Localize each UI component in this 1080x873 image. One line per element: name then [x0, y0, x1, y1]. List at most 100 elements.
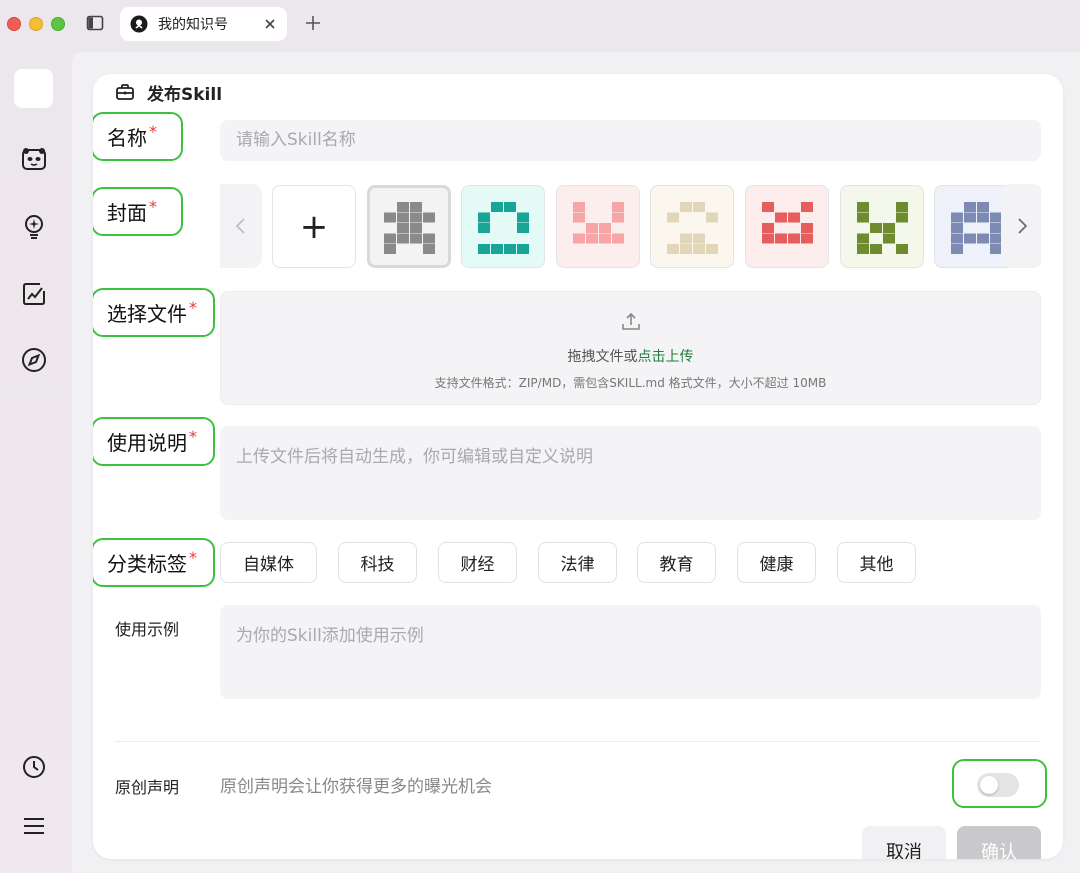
confirm-button[interactable]: 确认 [957, 826, 1041, 859]
menu-icon[interactable] [20, 812, 48, 840]
cancel-button[interactable]: 取消 [862, 826, 946, 859]
file-label: 选择文件 * [93, 288, 215, 337]
new-tab-icon[interactable] [304, 14, 322, 32]
cover-pixel [384, 243, 396, 254]
chevron-right-icon [1018, 218, 1028, 234]
cover-option-olive[interactable] [840, 185, 924, 268]
cover-pixel [706, 212, 718, 222]
history-clock-icon[interactable] [20, 753, 48, 781]
cover-pixel [573, 233, 585, 243]
cover-pixel-art-icon [478, 201, 529, 254]
cover-pixel [667, 212, 679, 222]
file-upload-dropzone[interactable]: 拖拽文件或点击上传 支持文件格式：ZIP/MD，需包含SKILL.md 格式文件… [220, 291, 1041, 405]
cover-pixel [870, 243, 882, 254]
cover-pixel [964, 212, 976, 222]
instructions-textarea[interactable]: 上传文件后将自动生成，你可编辑或自定义说明 [220, 426, 1041, 520]
dialog-header: 发布Skill [115, 78, 222, 106]
original-label: 原创声明 [115, 778, 180, 797]
cover-pixel [801, 233, 813, 243]
cover-option-teal[interactable] [461, 185, 545, 268]
cover-pixel [951, 233, 963, 243]
panda-icon[interactable] [20, 145, 48, 173]
cover-pixel [599, 222, 611, 233]
skill-name-input[interactable]: 请输入Skill名称 [220, 120, 1041, 161]
upload-hint: 支持文件格式：ZIP/MD，需包含SKILL.md 格式文件，大小不超过 10M… [434, 376, 827, 390]
cover-pixel [573, 201, 585, 212]
close-window-button[interactable] [7, 17, 21, 31]
sidebar-toggle-icon[interactable] [86, 14, 104, 32]
cover-pixel [410, 222, 422, 233]
cover-pixel [788, 212, 800, 222]
cover-option-gray[interactable] [367, 185, 451, 268]
browser-tab[interactable]: 我的知识号 [120, 7, 287, 41]
example-textarea[interactable]: 为你的Skill添加使用示例 [220, 605, 1041, 699]
add-cover-button[interactable]: + [272, 185, 356, 268]
app-logo-icon [130, 15, 148, 33]
cover-option-pink[interactable] [556, 185, 640, 268]
cover-pixel [397, 222, 409, 233]
cover-label: 封面 * [93, 187, 183, 236]
cover-pixel [801, 222, 813, 233]
cover-pixel-art-icon [384, 201, 435, 254]
cover-pixel [612, 233, 624, 243]
cover-pixel [951, 243, 963, 254]
dialog-title: 发布Skill [147, 84, 223, 105]
tag-option-other[interactable]: 其他 [837, 542, 916, 583]
required-mark: * [149, 122, 157, 141]
original-toggle-highlight [952, 759, 1047, 808]
cover-pixel [896, 243, 908, 254]
tag-option-health[interactable]: 健康 [737, 542, 816, 583]
cover-pixel [977, 233, 989, 243]
cover-pixel [478, 222, 490, 233]
cover-pixel [612, 212, 624, 222]
cover-pixel [491, 243, 503, 254]
upload-icon [622, 312, 640, 330]
required-mark: * [189, 298, 197, 317]
cover-pixel [706, 243, 718, 254]
cover-carousel: + [220, 184, 1041, 269]
cover-pixel [586, 233, 598, 243]
cover-pixel [896, 212, 908, 222]
cover-option-red[interactable] [745, 185, 829, 268]
cover-option-beige[interactable] [650, 185, 734, 268]
tag-option-education[interactable]: 教育 [637, 542, 716, 583]
original-description: 原创声明会让你获得更多的曝光机会 [220, 777, 492, 797]
click-upload-link[interactable]: 点击上传 [638, 349, 694, 365]
cover-prev-button[interactable] [220, 184, 262, 268]
cover-pixel [883, 222, 895, 233]
tags-label: 分类标签 * [93, 538, 215, 587]
cover-pixel [693, 243, 705, 254]
compass-icon[interactable] [20, 346, 48, 374]
minimize-window-button[interactable] [29, 17, 43, 31]
cover-pixel [397, 233, 409, 243]
cover-pixel [504, 243, 516, 254]
app-logo[interactable] [14, 69, 53, 108]
cover-pixel [870, 222, 882, 233]
tag-option-media[interactable]: 自媒体 [220, 542, 317, 583]
cover-pixel [504, 201, 516, 212]
close-tab-icon[interactable] [263, 17, 277, 31]
cover-pixel [857, 201, 869, 212]
cover-pixel [384, 212, 396, 222]
cover-next-button[interactable] [1001, 184, 1041, 268]
lightbulb-icon[interactable] [20, 212, 48, 240]
tag-option-tech[interactable]: 科技 [338, 542, 417, 583]
cover-pixel [397, 212, 409, 222]
tag-option-finance[interactable]: 财经 [438, 542, 517, 583]
cover-pixel [896, 201, 908, 212]
edit-chart-icon[interactable] [20, 280, 48, 308]
toolbox-icon [116, 84, 134, 100]
cover-pixel [977, 201, 989, 212]
cover-pixel [612, 201, 624, 212]
maximize-window-button[interactable] [51, 17, 65, 31]
cover-pixel [977, 212, 989, 222]
tag-option-law[interactable]: 法律 [538, 542, 617, 583]
cover-pixel [762, 201, 774, 212]
cover-pixel [857, 212, 869, 222]
toggle-knob [980, 776, 998, 794]
cover-pixel-art-icon [951, 201, 1002, 254]
cover-pixel [762, 222, 774, 233]
cover-pixel [517, 222, 529, 233]
original-toggle[interactable] [977, 773, 1019, 797]
cover-pixel [951, 222, 963, 233]
